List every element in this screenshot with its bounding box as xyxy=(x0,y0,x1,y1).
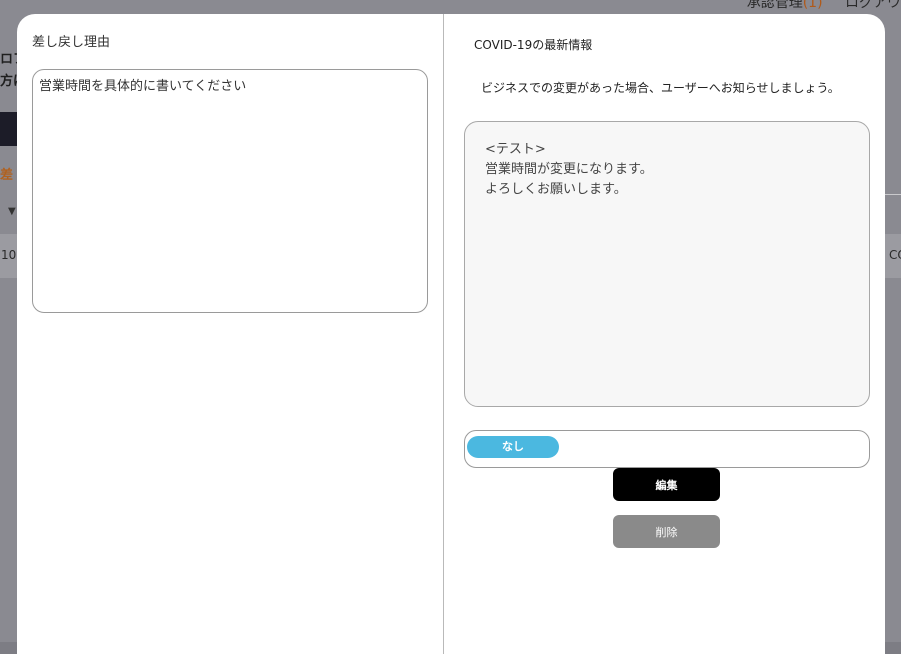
caret-down-icon: ▼ xyxy=(8,206,16,217)
top-nav: 承認管理(1) ログアウ xyxy=(747,0,901,11)
content-line: 営業時間が変更になります。 xyxy=(485,162,653,177)
bg-row-category: CO xyxy=(889,248,901,262)
covid-info-content: <テスト> 営業時間が変更になります。 よろしくお願いします。 xyxy=(464,121,870,407)
review-modal: 差し戻し理由 営業時間を具体的に書いてください COVID-19の最新情報 ビジ… xyxy=(17,14,885,654)
delete-button[interactable]: 削除 xyxy=(613,515,720,548)
covid-info-title: COVID-19の最新情報 xyxy=(474,38,593,52)
visibility-toggle[interactable]: なし xyxy=(464,430,870,468)
edit-button[interactable]: 編集 xyxy=(613,468,720,501)
nav-approval-link[interactable]: 承認管理 xyxy=(747,0,803,11)
rejection-reason-field[interactable]: 営業時間を具体的に書いてください xyxy=(32,69,428,313)
bg-dark-button xyxy=(0,112,18,146)
covid-info-description: ビジネスでの変更があった場合、ユーザーへお知らせしましょう。 xyxy=(481,81,840,95)
content-line: よろしくお願いします。 xyxy=(485,182,627,197)
rejection-reason-title: 差し戻し理由 xyxy=(32,35,111,50)
bg-orange-label: 差 xyxy=(0,168,14,183)
column-divider xyxy=(443,14,444,654)
approval-badge: (1) xyxy=(802,0,823,11)
content-line: <テスト> xyxy=(485,142,546,157)
nav-logout-link[interactable]: ログアウ xyxy=(845,0,901,11)
toggle-option-none[interactable]: なし xyxy=(467,436,559,458)
bg-table-header xyxy=(884,194,901,236)
